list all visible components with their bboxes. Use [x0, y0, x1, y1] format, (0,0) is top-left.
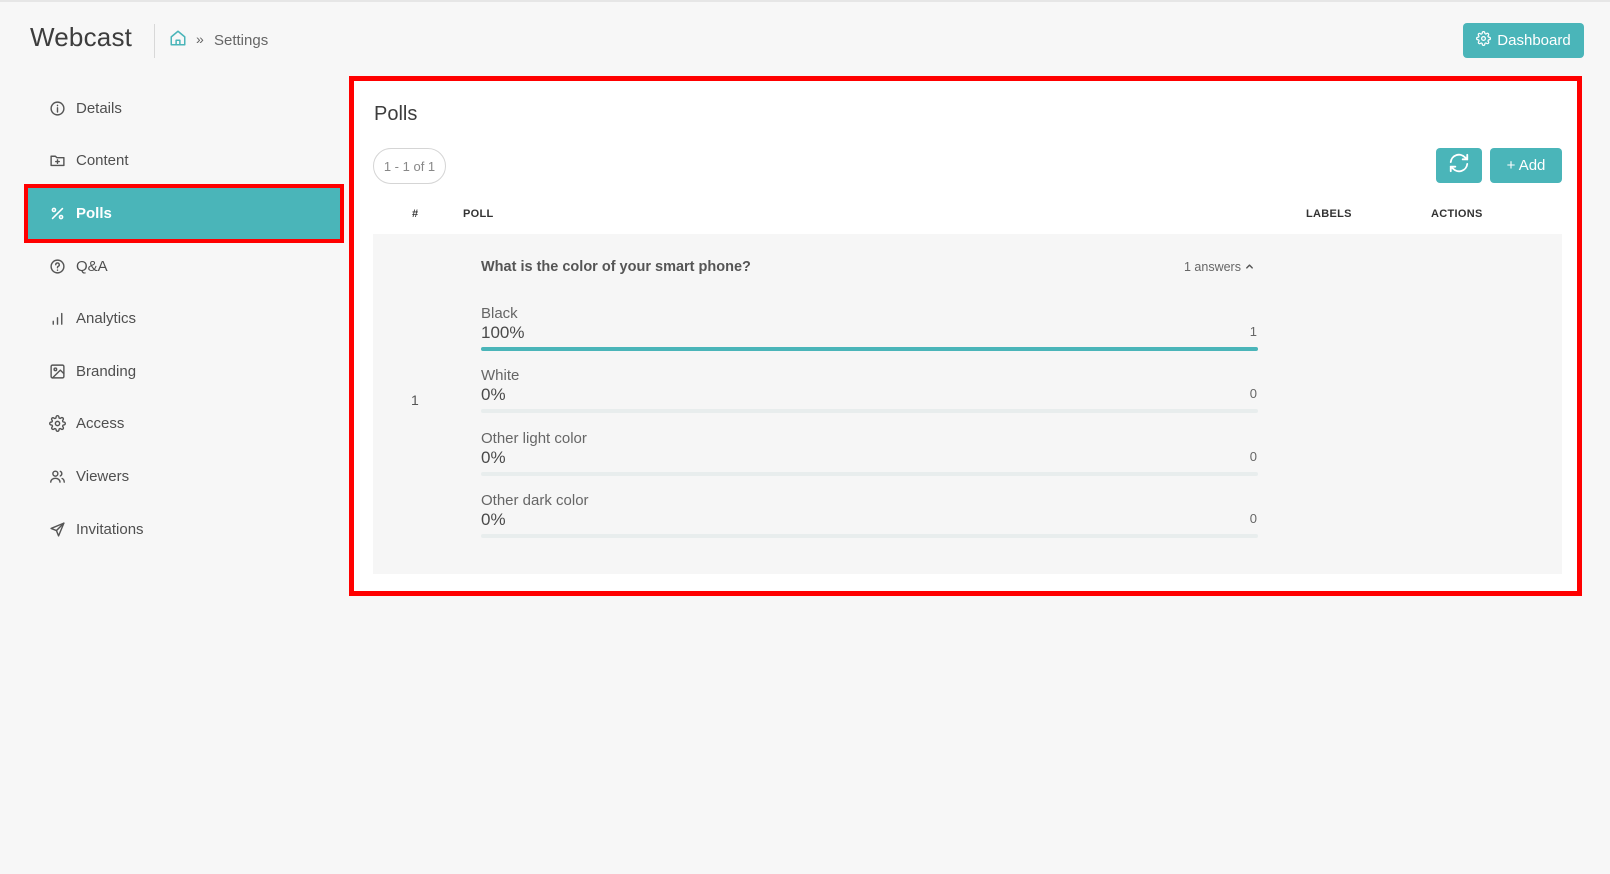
gear-icon: [1476, 31, 1492, 50]
header-divider: [154, 24, 155, 58]
bar-chart-icon: [48, 310, 66, 328]
app-title: Webcast: [30, 22, 133, 52]
sidebar-item-polls[interactable]: Polls: [24, 184, 344, 243]
image-icon: [48, 362, 66, 380]
sidebar-item-invitations[interactable]: Invitations: [26, 503, 342, 556]
users-icon: [48, 467, 66, 485]
sidebar-item-qa[interactable]: Q&A: [26, 240, 342, 293]
breadcrumb-separator: »: [196, 31, 204, 47]
folder-plus-icon: [48, 152, 66, 170]
gear-icon: [48, 415, 66, 433]
highlight-box: [349, 76, 1582, 596]
sidebar-item-label: Content: [76, 152, 129, 170]
breadcrumb-current: Settings: [214, 32, 269, 49]
sidebar-item-label: Details: [76, 99, 122, 117]
dashboard-button[interactable]: Dashboard: [1463, 23, 1584, 58]
sidebar-item-label: Viewers: [76, 467, 130, 485]
home-icon[interactable]: [169, 29, 187, 47]
sidebar-item-label: Invitations: [76, 520, 144, 538]
sidebar-item-analytics[interactable]: Analytics: [26, 292, 342, 345]
sidebar-item-label: Q&A: [76, 257, 108, 275]
question-circle-icon: [48, 257, 66, 275]
send-icon: [48, 520, 66, 538]
sidebar-item-label: Branding: [76, 362, 137, 380]
sidebar-item-viewers[interactable]: Viewers: [26, 450, 342, 503]
sidebar-item-branding[interactable]: Branding: [26, 345, 342, 398]
sidebar: Details Content Polls Q&A Analytics Bran…: [24, 82, 344, 556]
sidebar-item-access[interactable]: Access: [26, 398, 342, 451]
info-circle-icon: [48, 99, 66, 117]
sidebar-item-details[interactable]: Details: [26, 82, 342, 135]
dashboard-label: Dashboard: [1497, 32, 1571, 49]
sidebar-item-label: Analytics: [76, 310, 137, 328]
sidebar-item-content[interactable]: Content: [26, 135, 342, 188]
top-border: [0, 0, 1610, 2]
sidebar-item-label: Access: [76, 415, 125, 433]
highlight-box: [24, 184, 344, 243]
